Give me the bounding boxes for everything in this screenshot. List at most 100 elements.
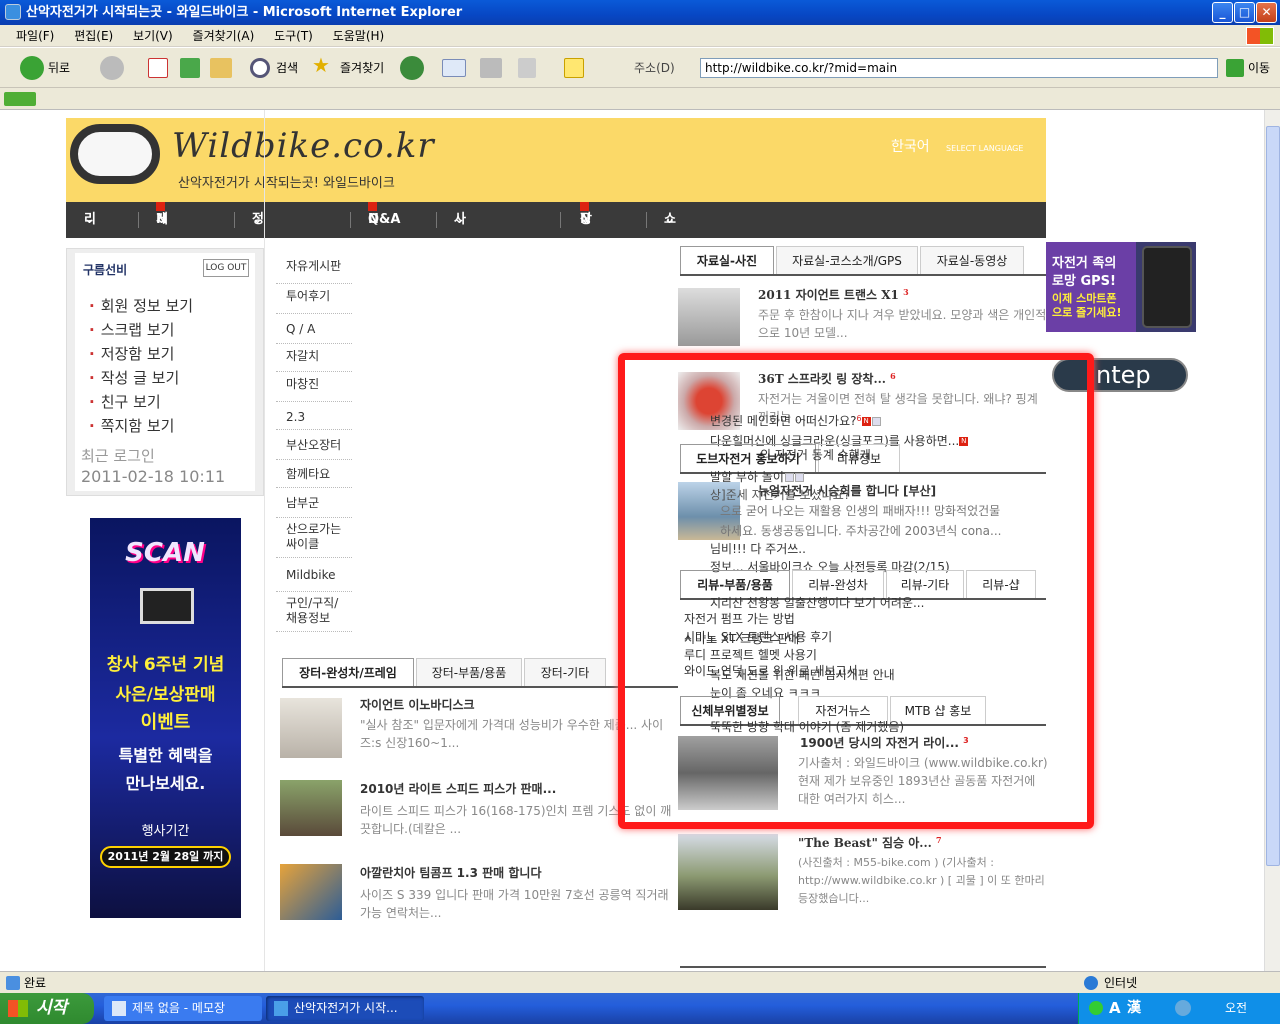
toolbar: 뒤로 검색 ★ 즐겨찾기 주소(D) http://wildbike.co.kr… bbox=[0, 48, 1280, 88]
post-desc: 주문 후 한참이나 지나 겨우 받았네요. 모양과 색은 개인적으로 10년 모… bbox=[758, 308, 1047, 340]
tab-market-parts[interactable]: 장터-부품/용품 bbox=[416, 658, 522, 686]
menu-tools[interactable]: 도구(T) bbox=[274, 25, 313, 47]
scrap-link[interactable]: 스크랩 보기 bbox=[89, 319, 175, 340]
quick-link[interactable]: 부산오장터 bbox=[276, 430, 352, 460]
post-thumbnail[interactable] bbox=[678, 288, 740, 346]
mail-icon[interactable] bbox=[442, 59, 466, 77]
nav-label: 쇼핑 bbox=[664, 212, 676, 263]
username: 구름선비 bbox=[83, 263, 128, 277]
quick-link[interactable]: 2.3 bbox=[276, 402, 352, 430]
edit-icon[interactable] bbox=[518, 58, 536, 78]
start-button[interactable]: 시작 bbox=[0, 993, 94, 1024]
print-icon[interactable] bbox=[480, 58, 502, 78]
post-title[interactable]: 2011 자이언트 트랜스 X1 3 bbox=[758, 286, 909, 303]
tab-market-complete[interactable]: 장터-완성차/프레임 bbox=[282, 658, 414, 686]
menu-file[interactable]: 파일(F) bbox=[16, 25, 54, 47]
scrollbar-thumb[interactable] bbox=[1266, 126, 1280, 866]
quick-link[interactable]: 자갈치 bbox=[276, 344, 352, 372]
nav-divider bbox=[560, 212, 561, 228]
nav-board[interactable]: 게시판 N ⌄ bbox=[156, 202, 168, 299]
history-icon[interactable] bbox=[400, 56, 424, 80]
article-thumbnail[interactable] bbox=[678, 834, 778, 910]
post-thumbnail[interactable] bbox=[280, 698, 342, 758]
quick-link[interactable]: 남부군 bbox=[276, 488, 352, 518]
back-button[interactable]: 뒤로 bbox=[48, 56, 70, 80]
quick-link[interactable]: 투어후기 bbox=[276, 284, 352, 314]
gps-ad-line2: 로망 GPS! bbox=[1052, 274, 1116, 289]
minimize-button[interactable]: _ bbox=[1212, 2, 1233, 23]
quick-link[interactable]: 마창진 bbox=[276, 372, 352, 402]
forward-icon[interactable] bbox=[100, 56, 124, 80]
nav-qa[interactable]: Q&A N ⌄ bbox=[368, 202, 400, 238]
messages-link[interactable]: 쪽지함 보기 bbox=[89, 415, 175, 436]
quick-link[interactable]: 산으로가는 싸이클 bbox=[276, 518, 352, 558]
post-title[interactable]: 자이언트 이노바디스크 bbox=[360, 696, 475, 713]
tab-photo[interactable]: 자료실-사진 bbox=[680, 246, 774, 274]
quick-link[interactable]: 함께타요 bbox=[276, 460, 352, 488]
friends-link[interactable]: 친구 보기 bbox=[89, 391, 161, 412]
post-thumbnail[interactable] bbox=[280, 864, 342, 920]
menu-help[interactable]: 도움말(H) bbox=[333, 25, 385, 47]
member-info-link[interactable]: 회원 정보 보기 bbox=[89, 295, 193, 316]
nav-review[interactable]: 리뷰 ⌄ bbox=[84, 202, 96, 263]
go-button[interactable]: 이동 bbox=[1248, 56, 1270, 80]
quick-link[interactable]: Mildbike bbox=[276, 558, 352, 592]
quick-link[interactable]: Q / A bbox=[276, 314, 352, 344]
nav-shopping[interactable]: 쇼핑 ⌄ bbox=[664, 202, 676, 263]
refresh-icon[interactable] bbox=[180, 58, 200, 78]
tab-market-etc[interactable]: 장터-기타 bbox=[524, 658, 606, 686]
addon-icon[interactable] bbox=[4, 92, 36, 106]
scan-box-icon bbox=[140, 588, 194, 624]
post-thumbnail[interactable] bbox=[280, 780, 342, 836]
ime-icon[interactable]: A bbox=[1109, 993, 1121, 1024]
quick-link[interactable]: 구인/구직/ 채용정보 bbox=[276, 592, 352, 632]
menu-favorites[interactable]: 즐겨찾기(A) bbox=[193, 25, 255, 47]
note-icon[interactable] bbox=[564, 58, 584, 78]
post-title[interactable]: 아깔란치아 팀콤프 1.3 판매 합니다 bbox=[360, 864, 542, 881]
home-icon[interactable] bbox=[210, 58, 232, 78]
my-posts-link[interactable]: 작성 글 보기 bbox=[89, 367, 180, 388]
vertical-scrollbar[interactable] bbox=[1264, 110, 1280, 971]
site-logo[interactable]: Wildbike.co.kr bbox=[172, 126, 435, 166]
wildbike-logo-icon[interactable] bbox=[70, 124, 160, 184]
close-button[interactable]: ✕ bbox=[1256, 2, 1277, 23]
menu-edit[interactable]: 편집(E) bbox=[74, 25, 113, 47]
volume-icon[interactable] bbox=[1175, 1000, 1191, 1016]
go-icon[interactable] bbox=[1226, 59, 1244, 77]
stop-icon[interactable] bbox=[148, 58, 168, 78]
gps-ad-banner[interactable]: 자전거 족의 로망 GPS! 이제 스마트폰 으로 즐기세요! bbox=[1046, 242, 1196, 332]
network-icon[interactable] bbox=[1089, 1001, 1103, 1015]
address-bar[interactable]: http://wildbike.co.kr/?mid=main bbox=[700, 58, 1218, 78]
back-icon[interactable] bbox=[20, 56, 44, 80]
clock[interactable]: 오전 10:22 bbox=[1225, 993, 1280, 1024]
last-login-time: 2011-02-18 10:11 bbox=[81, 467, 226, 486]
article-title-text: "The Beast" 짐승 아... bbox=[798, 836, 932, 850]
favorites-button[interactable]: 즐겨찾기 bbox=[340, 56, 384, 80]
search-icon[interactable] bbox=[250, 58, 270, 78]
menu-view[interactable]: 보기(V) bbox=[133, 25, 173, 47]
language-current[interactable]: 한국어 bbox=[891, 136, 930, 156]
task-ie[interactable]: 산악자전거가 시작... bbox=[266, 996, 424, 1021]
address-input[interactable]: http://wildbike.co.kr/?mid=main bbox=[705, 61, 897, 75]
language-select[interactable]: SELECT LANGUAGE bbox=[946, 144, 1023, 153]
logout-button[interactable]: LOG OUT bbox=[203, 259, 249, 277]
windows-logo-icon bbox=[8, 1000, 28, 1017]
ad-line5: 만나보세요. bbox=[125, 774, 206, 793]
tab-video[interactable]: 자료실-동영상 bbox=[920, 246, 1024, 274]
nav-market[interactable]: 장터 N ⌄ bbox=[580, 202, 592, 263]
search-button[interactable]: 검색 bbox=[276, 56, 298, 80]
maximize-button[interactable]: □ bbox=[1234, 2, 1255, 23]
favorites-icon[interactable]: ★ bbox=[312, 53, 330, 77]
saved-link[interactable]: 저장함 보기 bbox=[89, 343, 175, 364]
hanja-icon[interactable]: 漢 bbox=[1127, 993, 1141, 1024]
comment-count: 7 bbox=[936, 835, 942, 845]
scan-ad-banner[interactable]: SCAN 창사 6주년 기념 사은/보상판매 이벤트 특별한 혜택을 만나보세요… bbox=[90, 518, 241, 918]
nav-info-guide[interactable]: 정보/가이드 ⌄ bbox=[252, 202, 269, 371]
task-notepad[interactable]: 제목 없음 - 메모장 bbox=[104, 996, 262, 1021]
nav-divider bbox=[646, 212, 647, 228]
tab-course-gps[interactable]: 자료실-코스소개/GPS bbox=[776, 246, 918, 274]
quick-link[interactable]: 자유게시판 bbox=[276, 256, 352, 284]
nav-photo-archive[interactable]: 사진/자료실 ⌄ bbox=[454, 202, 471, 371]
post-title[interactable]: 2010년 라이트 스피드 피스가 판매... bbox=[360, 780, 556, 797]
article-title[interactable]: "The Beast" 짐승 아... 7 bbox=[798, 834, 942, 851]
